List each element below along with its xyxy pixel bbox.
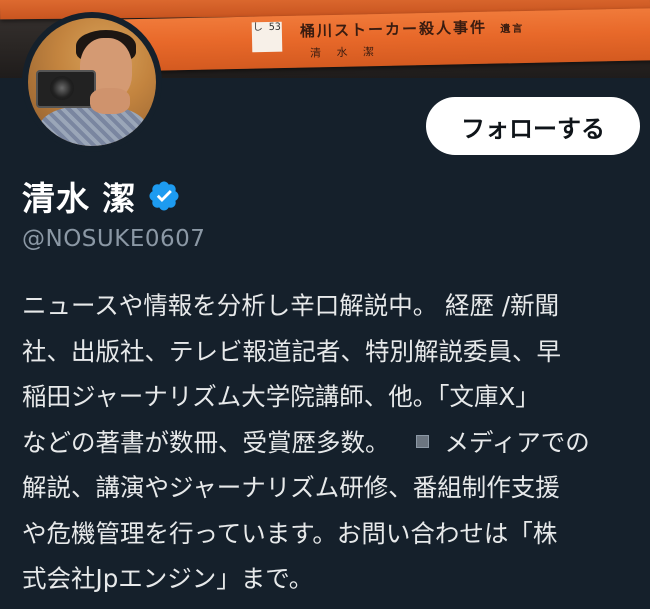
display-name: 清水 潔: [22, 179, 137, 218]
avatar[interactable]: [28, 18, 156, 146]
bio-line: や危機管理を行っています。お問い合わせは「株: [22, 518, 558, 548]
banner-book-author: 清 水 潔: [309, 45, 381, 60]
bio-line: 稲田ジャーナリズム大学院講師、他。「文庫X」: [22, 382, 540, 411]
avatar-hand: [90, 88, 130, 114]
bio-line: 社、出版社、テレビ報道記者、特別解説委員、早: [22, 336, 561, 366]
verified-badge-icon[interactable]: [147, 179, 181, 213]
bio-text: などの著書が数冊、受賞歴多数。: [22, 427, 390, 457]
bio-line: などの著書が数冊、受賞歴多数。 メディアでの: [22, 420, 642, 466]
banner-book-label: し 53: [251, 21, 283, 53]
avatar-body: [38, 106, 148, 146]
small-square-icon: [415, 435, 429, 448]
profile-name-row: 清水 潔: [22, 172, 181, 220]
bio-text: メディアでの: [444, 427, 590, 457]
bio-line: ニュースや情報を分析し辛口解説中。 経歴 /新聞: [22, 291, 560, 320]
bio-line: 式会社Jpエンジン」まで。: [22, 564, 314, 593]
bio-line: 解説、講演やジャーナリズム研修、番組制作支援: [22, 473, 560, 502]
follow-button[interactable]: フォローする: [426, 97, 640, 155]
profile-bio: ニュースや情報を分析し辛口解説中。 経歴 /新聞 社、出版社、テレビ報道記者、特…: [22, 283, 642, 602]
profile-handle: @NOSUKE0607: [22, 226, 206, 252]
camera-lens: [50, 76, 74, 100]
